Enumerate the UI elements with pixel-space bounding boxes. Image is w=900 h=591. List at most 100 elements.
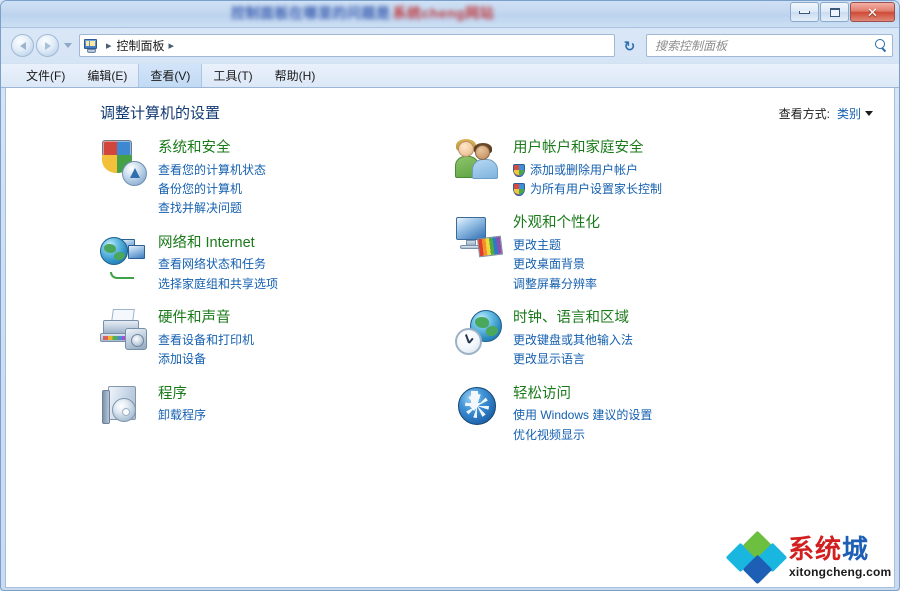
logo-diamonds-icon [730, 534, 788, 580]
link-optimize-visual-display[interactable]: 优化视频显示 [513, 426, 652, 445]
search-icon[interactable] [874, 39, 888, 53]
link-view-network-status[interactable]: 查看网络状态和任务 [158, 255, 278, 274]
category-body: 用户帐户和家庭安全 添加或删除用户帐户 为所有用户设置家长控制 [513, 138, 662, 199]
content-area: 调整计算机的设置 查看方式: 类别 系统和安全 查看您的计算机 [5, 88, 895, 588]
forward-arrow-icon [45, 42, 51, 50]
category-ease-of-access: 轻松访问 使用 Windows 建议的设置 优化视频显示 [455, 384, 894, 445]
category-title-network-and-internet[interactable]: 网络和 Internet [158, 234, 278, 254]
control-panel-window: 控制面板在哪里的问题是 系统cheng网站 ✕ [0, 0, 900, 591]
category-appearance-and-personalization: 外观和个性化 更改主题 更改桌面背景 调整屏幕分辨率 [455, 213, 894, 294]
link-label: 选择家庭组和共享选项 [158, 275, 278, 294]
link-change-display-language[interactable]: 更改显示语言 [513, 350, 633, 369]
link-change-theme[interactable]: 更改主题 [513, 236, 600, 255]
link-add-or-remove-user-accounts[interactable]: 添加或删除用户帐户 [513, 161, 662, 180]
clock-globe-icon [455, 308, 503, 356]
back-arrow-icon [20, 42, 26, 50]
link-set-parental-controls[interactable]: 为所有用户设置家长控制 [513, 180, 662, 199]
network-globe-icon [100, 233, 148, 281]
programs-cd-icon [100, 384, 148, 432]
link-change-keyboards-or-input-methods[interactable]: 更改键盘或其他输入法 [513, 331, 633, 350]
menu-bar: 文件(F) 编辑(E) 查看(V) 工具(T) 帮助(H) [1, 63, 899, 88]
link-backup-computer[interactable]: 备份您的计算机 [158, 180, 266, 199]
view-by-label: 查看方式: [779, 105, 830, 122]
link-view-computer-status[interactable]: 查看您的计算机状态 [158, 161, 266, 180]
menu-tools[interactable]: 工具(T) [202, 64, 263, 87]
link-label: 添加设备 [158, 350, 206, 369]
window-title-text-red: 系统cheng网站 [393, 3, 495, 23]
link-add-device[interactable]: 添加设备 [158, 350, 254, 369]
breadcrumb-separator-1[interactable]: ▸ [106, 39, 112, 52]
minimize-button[interactable] [790, 2, 819, 22]
site-watermark-logo: 系统城 xitongcheng.com [730, 531, 888, 583]
logo-chinese-name: 系统城 [788, 535, 869, 564]
recent-pages-dropdown-icon[interactable] [64, 43, 72, 48]
category-body: 外观和个性化 更改主题 更改桌面背景 调整屏幕分辨率 [513, 213, 600, 294]
link-view-devices-and-printers[interactable]: 查看设备和打印机 [158, 331, 254, 350]
link-uninstall-program[interactable]: 卸载程序 [158, 406, 206, 425]
link-change-desktop-background[interactable]: 更改桌面背景 [513, 255, 600, 274]
forward-button[interactable] [36, 34, 59, 57]
link-label: 调整屏幕分辨率 [513, 275, 597, 294]
category-title-appearance[interactable]: 外观和个性化 [513, 214, 600, 234]
view-by-value[interactable]: 类别 [837, 105, 861, 122]
view-by-control: 查看方式: 类别 [779, 105, 873, 122]
logo-cn-blue: 城 [842, 534, 869, 564]
close-button[interactable]: ✕ [850, 2, 895, 22]
category-network-and-internet: 网络和 Internet 查看网络状态和任务 选择家庭组和共享选项 [100, 233, 455, 294]
link-label: 查看网络状态和任务 [158, 255, 266, 274]
breadcrumb-separator-2[interactable]: ▸ [169, 39, 175, 52]
menu-help[interactable]: 帮助(H) [264, 64, 327, 87]
category-user-accounts-and-family-safety: 用户帐户和家庭安全 添加或删除用户帐户 为所有用户设置家长控制 [455, 138, 894, 199]
search-box[interactable]: 搜索控制面板 [646, 34, 893, 57]
category-title-hardware-and-sound[interactable]: 硬件和声音 [158, 309, 254, 329]
link-label: 更改桌面背景 [513, 255, 585, 274]
logo-domain: xitongcheng.com [789, 565, 891, 579]
category-body: 时钟、语言和区域 更改键盘或其他输入法 更改显示语言 [513, 308, 633, 369]
minimize-icon [799, 11, 810, 14]
category-title-ease-of-access[interactable]: 轻松访问 [513, 385, 652, 405]
refresh-button[interactable]: ↻ [619, 35, 640, 56]
link-label: 使用 Windows 建议的设置 [513, 406, 652, 425]
category-title-system-and-security[interactable]: 系统和安全 [158, 139, 266, 159]
uac-shield-icon [513, 183, 525, 196]
category-title-user-accounts[interactable]: 用户帐户和家庭安全 [513, 139, 662, 159]
category-column-left: 系统和安全 查看您的计算机状态 备份您的计算机 查找并解决问题 [100, 138, 455, 459]
menu-view[interactable]: 查看(V) [138, 64, 202, 87]
category-programs: 程序 卸载程序 [100, 384, 455, 432]
shield-icon [100, 138, 148, 186]
category-body: 程序 卸载程序 [158, 384, 206, 426]
category-column-right: 用户帐户和家庭安全 添加或删除用户帐户 为所有用户设置家长控制 [455, 138, 894, 459]
maximize-icon [830, 8, 840, 17]
link-label: 备份您的计算机 [158, 180, 242, 199]
ease-of-access-icon [455, 384, 503, 432]
window-controls: ✕ [790, 2, 895, 22]
link-label: 添加或删除用户帐户 [530, 161, 638, 180]
category-title-clock-language-region[interactable]: 时钟、语言和区域 [513, 309, 633, 329]
category-body: 轻松访问 使用 Windows 建议的设置 优化视频显示 [513, 384, 652, 445]
refresh-icon: ↻ [624, 39, 636, 53]
users-icon [455, 138, 503, 186]
search-input[interactable]: 搜索控制面板 [655, 37, 874, 54]
category-clock-language-and-region: 时钟、语言和区域 更改键盘或其他输入法 更改显示语言 [455, 308, 894, 369]
link-adjust-screen-resolution[interactable]: 调整屏幕分辨率 [513, 275, 600, 294]
logo-cn-red: 系统 [788, 534, 842, 564]
category-title-programs[interactable]: 程序 [158, 385, 206, 405]
link-choose-homegroup-sharing[interactable]: 选择家庭组和共享选项 [158, 275, 278, 294]
menu-file[interactable]: 文件(F) [15, 64, 76, 87]
maximize-button[interactable] [820, 2, 849, 22]
link-label: 查看设备和打印机 [158, 331, 254, 350]
chevron-down-icon[interactable] [865, 111, 873, 116]
window-title-text-blue: 控制面板在哪里的问题是 [231, 3, 391, 23]
link-label: 查看您的计算机状态 [158, 161, 266, 180]
category-system-and-security: 系统和安全 查看您的计算机状态 备份您的计算机 查找并解决问题 [100, 138, 455, 219]
back-button[interactable] [11, 34, 34, 57]
link-label: 更改键盘或其他输入法 [513, 331, 633, 350]
category-body: 网络和 Internet 查看网络状态和任务 选择家庭组和共享选项 [158, 233, 278, 294]
breadcrumb-control-panel[interactable]: 控制面板 [117, 37, 165, 54]
close-icon: ✕ [867, 6, 878, 19]
link-use-windows-suggested-settings[interactable]: 使用 Windows 建议的设置 [513, 406, 652, 425]
menu-edit[interactable]: 编辑(E) [76, 64, 138, 87]
category-body: 系统和安全 查看您的计算机状态 备份您的计算机 查找并解决问题 [158, 138, 266, 219]
link-find-and-fix-problems[interactable]: 查找并解决问题 [158, 199, 266, 218]
address-field[interactable]: ▸ 控制面板 ▸ [79, 34, 615, 57]
